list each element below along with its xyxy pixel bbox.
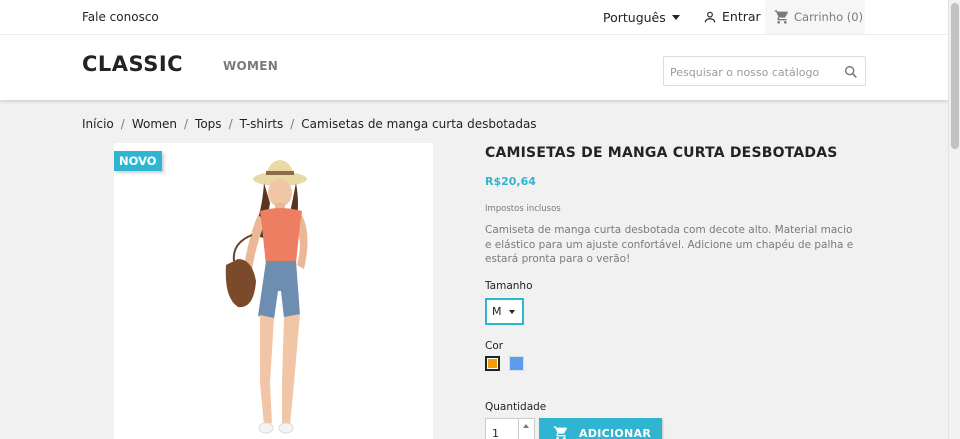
- top-bar: Fale conosco Português Entrar Carrinho (…: [0, 0, 948, 35]
- header: CLASSIC WOMEN: [0, 35, 948, 100]
- breadcrumb-separator: /: [184, 117, 189, 131]
- product-price: R$20,64: [485, 175, 536, 188]
- product-image[interactable]: [114, 143, 433, 439]
- color-swatch-blue[interactable]: [509, 356, 524, 371]
- product-photo: [225, 160, 308, 434]
- add-to-cart-label: ADICIONAR: [579, 426, 652, 439]
- color-swatch-orange[interactable]: [485, 356, 500, 371]
- chevron-down-icon: [508, 309, 515, 314]
- breadcrumb: Início / Women / Tops / T-shirts / Camisetas…: [82, 117, 537, 131]
- quantity-arrows[interactable]: [518, 419, 534, 439]
- tax-label: Impostos inclusos: [485, 204, 561, 214]
- nav-item-women[interactable]: WOMEN: [223, 59, 278, 73]
- sign-in-link[interactable]: Entrar: [703, 9, 761, 24]
- breadcrumb-item-current[interactable]: Camisetas de manga curta desbotadas: [301, 117, 536, 131]
- quantity-label: Quantidade: [485, 401, 547, 413]
- breadcrumb-item-home[interactable]: Início: [82, 117, 114, 131]
- cart-icon: [553, 426, 567, 439]
- add-to-cart-button[interactable]: ADICIONAR: [539, 418, 662, 439]
- language-selector[interactable]: Português: [603, 10, 680, 25]
- new-badge: NOVO: [114, 151, 162, 171]
- quantity-value[interactable]: 1: [492, 427, 499, 439]
- search-bar: [663, 56, 866, 86]
- user-icon: [704, 11, 716, 22]
- breadcrumb-item-women[interactable]: Women: [132, 117, 177, 131]
- breadcrumb-item-tshirts[interactable]: T-shirts: [240, 117, 284, 131]
- size-label: Tamanho: [485, 280, 533, 292]
- site-logo[interactable]: CLASSIC: [82, 52, 183, 76]
- search-input[interactable]: [670, 63, 838, 81]
- language-label: Português: [603, 10, 666, 25]
- scrollbar[interactable]: [948, 0, 960, 439]
- chevron-down-icon: [671, 15, 680, 20]
- breadcrumb-separator: /: [120, 117, 125, 131]
- breadcrumb-separator: /: [290, 117, 295, 131]
- cart-icon: [774, 10, 788, 24]
- sign-in-label: Entrar: [722, 9, 761, 24]
- quantity-stepper[interactable]: 1: [485, 418, 535, 439]
- breadcrumb-item-tops[interactable]: Tops: [195, 117, 222, 131]
- cart-label: Carrinho (0): [794, 10, 864, 24]
- color-label: Cor: [485, 340, 504, 352]
- chevron-up-icon[interactable]: [523, 424, 529, 428]
- scrollbar-thumb[interactable]: [951, 3, 959, 149]
- product-description: Camiseta de manga curta desbotada com de…: [485, 224, 854, 265]
- product-title: CAMISETAS DE MANGA CURTA DESBOTADAS: [485, 145, 838, 161]
- breadcrumb-separator: /: [228, 117, 233, 131]
- size-select[interactable]: M: [485, 298, 524, 325]
- size-value: M: [492, 305, 502, 318]
- contact-link[interactable]: Fale conosco: [82, 10, 159, 24]
- cart-button[interactable]: Carrinho (0): [765, 0, 865, 34]
- search-icon[interactable]: [843, 64, 859, 80]
